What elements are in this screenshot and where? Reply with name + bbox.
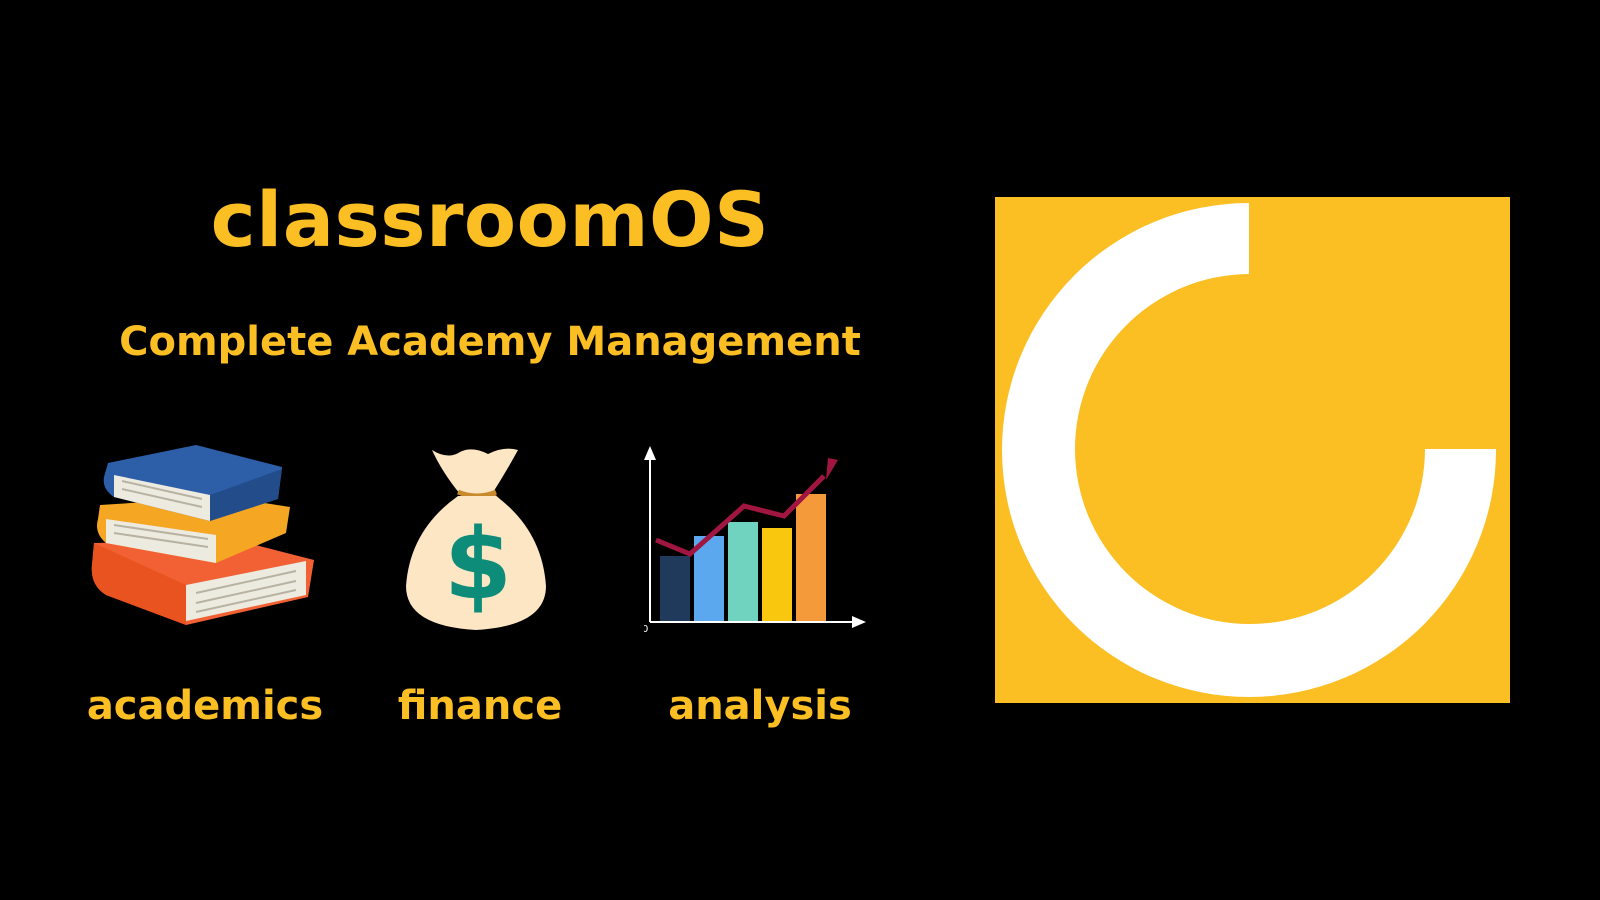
feature-label-analysis: analysis <box>668 683 852 729</box>
feature-label-academics: academics <box>86 683 324 729</box>
growth-chart-icon: 0 <box>644 446 866 632</box>
chart-origin-label: 0 <box>644 624 648 632</box>
brand-logo <box>995 197 1510 703</box>
books-stack-icon <box>91 445 315 625</box>
feature-label-finance: finance <box>397 683 563 729</box>
dollar-sign: $ <box>444 508 512 622</box>
tagline: Complete Academy Management <box>119 319 861 365</box>
app-title: classroomOS <box>210 175 770 264</box>
money-bag-icon: $ <box>406 448 546 630</box>
